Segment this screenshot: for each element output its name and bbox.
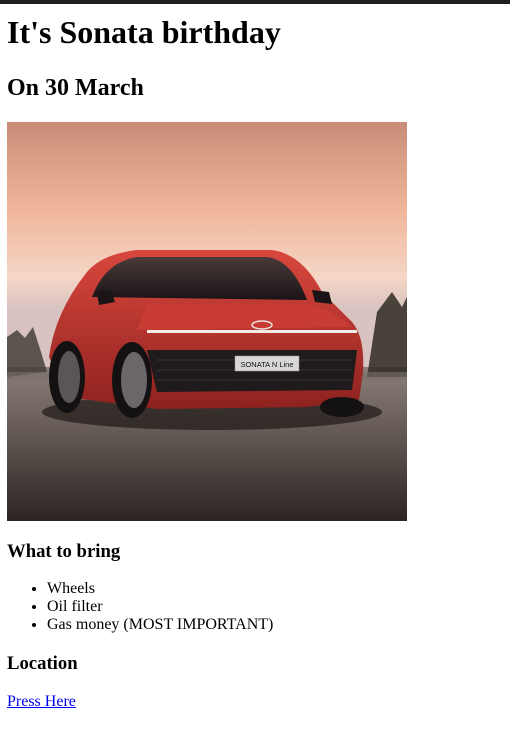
license-plate-text: SONATA N Line bbox=[240, 360, 293, 369]
location-link[interactable]: Press Here bbox=[7, 693, 76, 710]
car-photo: SONATA N Line bbox=[7, 122, 407, 521]
location-link-row: Press Here bbox=[7, 693, 503, 711]
date-heading: On 30 March bbox=[7, 75, 144, 101]
bring-list: Wheels Oil filter Gas money (MOST IMPORT… bbox=[7, 580, 503, 634]
what-to-bring-heading: What to bring bbox=[7, 541, 121, 562]
page-title: It's Sonata birthday bbox=[7, 14, 281, 50]
list-item: Gas money (MOST IMPORTANT) bbox=[47, 616, 503, 634]
location-heading: Location bbox=[7, 653, 78, 674]
list-item: Oil filter bbox=[47, 598, 503, 616]
page-content: It's Sonata birthday On 30 March SONATA … bbox=[7, 4, 503, 711]
list-item: Wheels bbox=[47, 580, 503, 598]
